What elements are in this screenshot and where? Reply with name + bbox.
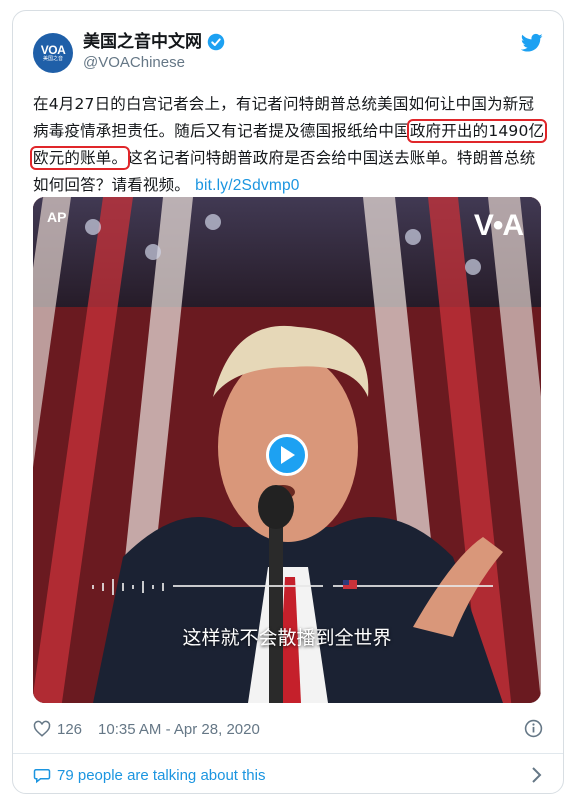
tweet-link[interactable]: bit.ly/2Sdvmp0 (195, 177, 299, 194)
account-handle[interactable]: @VOAChinese (83, 53, 225, 73)
divider (13, 753, 563, 754)
tweet-header: VOA 美国之音 美国之音中文网 @VOAChinese (33, 31, 543, 79)
twitter-bird-icon[interactable] (521, 33, 543, 53)
heart-icon[interactable] (33, 720, 51, 738)
like-count[interactable]: 126 (57, 721, 82, 738)
media-credit: AP (47, 209, 67, 225)
play-icon (281, 446, 295, 464)
tweet-body: 在4月27日的白宫记者会上，有记者问特朗普总统美国如何让中国为新冠病毒疫情承担责… (29, 91, 548, 199)
play-button[interactable] (266, 434, 308, 476)
tweet-meta: 126 10:35 AM - Apr 28, 2020 (33, 717, 543, 741)
display-name-row[interactable]: 美国之音中文网 (83, 31, 225, 53)
avatar[interactable]: VOA 美国之音 (33, 33, 73, 73)
video-player[interactable]: AP V•A 这样就不会散播到全世界 (33, 197, 541, 703)
avatar-logo: VOA (40, 42, 66, 57)
tweet-timestamp[interactable]: 10:35 AM - Apr 28, 2020 (98, 721, 260, 738)
info-icon[interactable] (524, 719, 543, 738)
verified-badge-icon (207, 33, 225, 51)
voa-watermark: V•A (473, 209, 524, 242)
display-name[interactable]: 美国之音中文网 (83, 31, 202, 53)
conversation-link[interactable]: 79 people are talking about this (33, 763, 543, 787)
speech-bubble-icon (33, 769, 51, 784)
chevron-right-icon[interactable] (529, 766, 543, 784)
account-names: 美国之音中文网 @VOAChinese (83, 31, 225, 73)
video-subtitle: 这样就不会散播到全世界 (182, 627, 392, 649)
avatar-subtext: 美国之音 (42, 55, 63, 62)
conversation-text[interactable]: 79 people are talking about this (57, 767, 265, 784)
tweet-card: VOA 美国之音 美国之音中文网 @VOAChinese 在4月27日的白宫记者… (12, 10, 564, 794)
